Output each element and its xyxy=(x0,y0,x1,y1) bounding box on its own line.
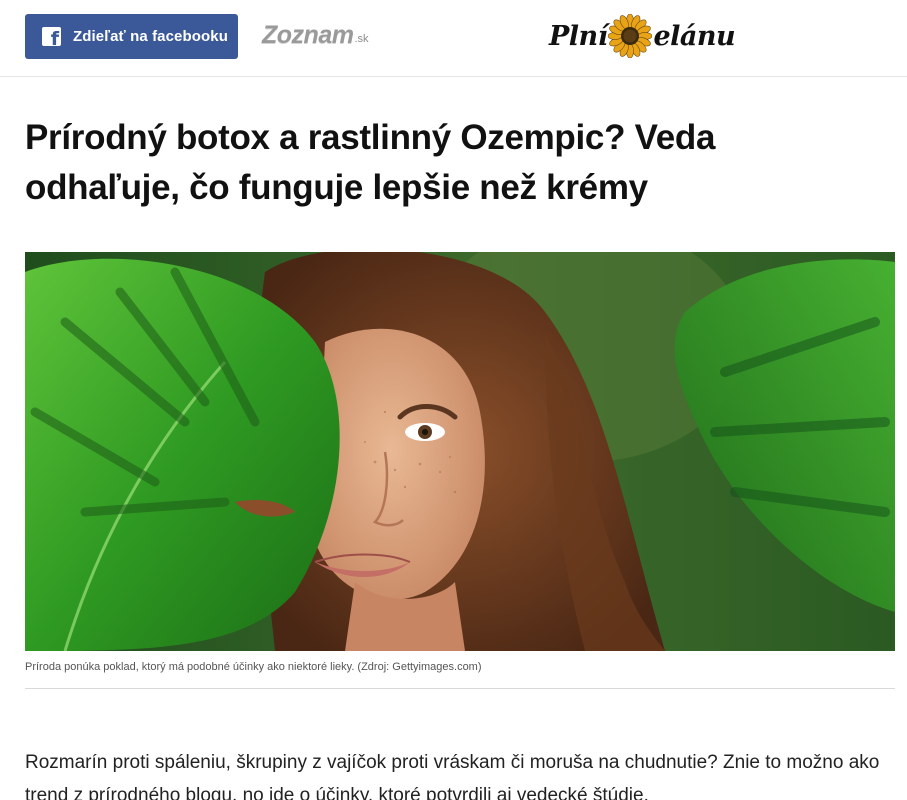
sunflower-icon xyxy=(608,14,653,58)
site-logo-right-text: elánu xyxy=(653,20,736,52)
hero-image-illustration xyxy=(25,252,895,651)
zoznam-logo-link[interactable]: Zoznam .sk xyxy=(262,20,369,50)
article-headline: Prírodný botox a rastlinný Ozempic? Veda… xyxy=(25,118,716,207)
hero-image[interactable] xyxy=(25,252,895,651)
zoznam-logo-suffix: .sk xyxy=(354,33,369,45)
site-header: f Zdieľať na facebooku Zoznam .sk Plní e… xyxy=(0,0,907,77)
site-logo-left-text: Plní xyxy=(549,20,608,52)
facebook-share-label: Zdieľať na facebooku xyxy=(73,28,228,45)
facebook-share-button[interactable]: f Zdieľať na facebooku xyxy=(25,14,238,59)
facebook-icon: f xyxy=(42,27,61,46)
zoznam-logo-text: Zoznam xyxy=(262,21,354,49)
article-intro-paragraph: Rozmarín proti spáleniu, škrupiny z vají… xyxy=(25,752,880,800)
site-logo-link[interactable]: Plní elánu xyxy=(549,8,736,64)
caption-divider xyxy=(25,688,895,689)
hero-image-caption: Príroda ponúka poklad, ktorý má podobné … xyxy=(25,661,482,673)
